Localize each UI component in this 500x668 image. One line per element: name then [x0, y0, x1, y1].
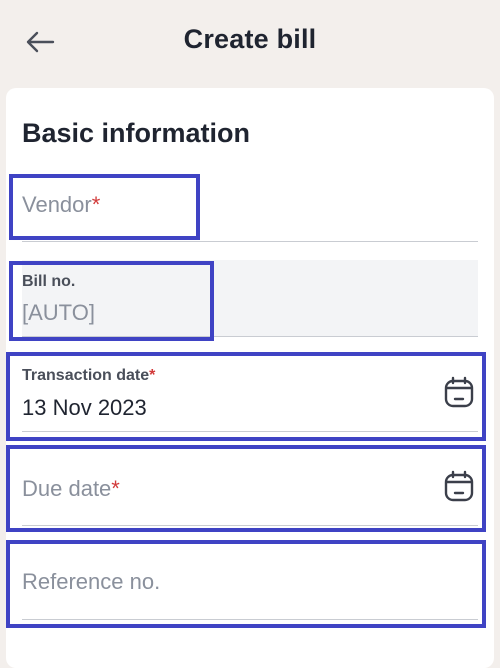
vendor-placeholder: Vendor* [22, 192, 101, 217]
reference-no-placeholder: Reference no. [22, 569, 161, 594]
due-date-placeholder: Due date* [22, 476, 120, 501]
vendor-field[interactable]: Vendor* [22, 178, 478, 242]
bill-no-value: [AUTO] [22, 300, 95, 325]
transaction-date-label: Transaction date* [22, 367, 156, 384]
calendar-icon[interactable] [444, 470, 474, 502]
page-title: Create bill [183, 24, 317, 54]
header-bar: Create bill [0, 0, 500, 86]
reference-no-field[interactable]: Reference no. [22, 545, 478, 620]
required-asterisk: * [111, 476, 120, 501]
calendar-icon[interactable] [444, 376, 474, 408]
due-date-field[interactable]: Due date* [22, 448, 478, 526]
transaction-date-value: 13 Nov 2023 [22, 395, 147, 420]
bill-no-field: Bill no. [AUTO] [22, 260, 478, 337]
bill-no-label: Bill no. [22, 273, 76, 290]
required-asterisk: * [91, 192, 101, 217]
transaction-date-field[interactable]: Transaction date* 13 Nov 2023 [22, 356, 478, 432]
required-asterisk: * [149, 367, 156, 384]
section-title: Basic information [22, 118, 251, 148]
